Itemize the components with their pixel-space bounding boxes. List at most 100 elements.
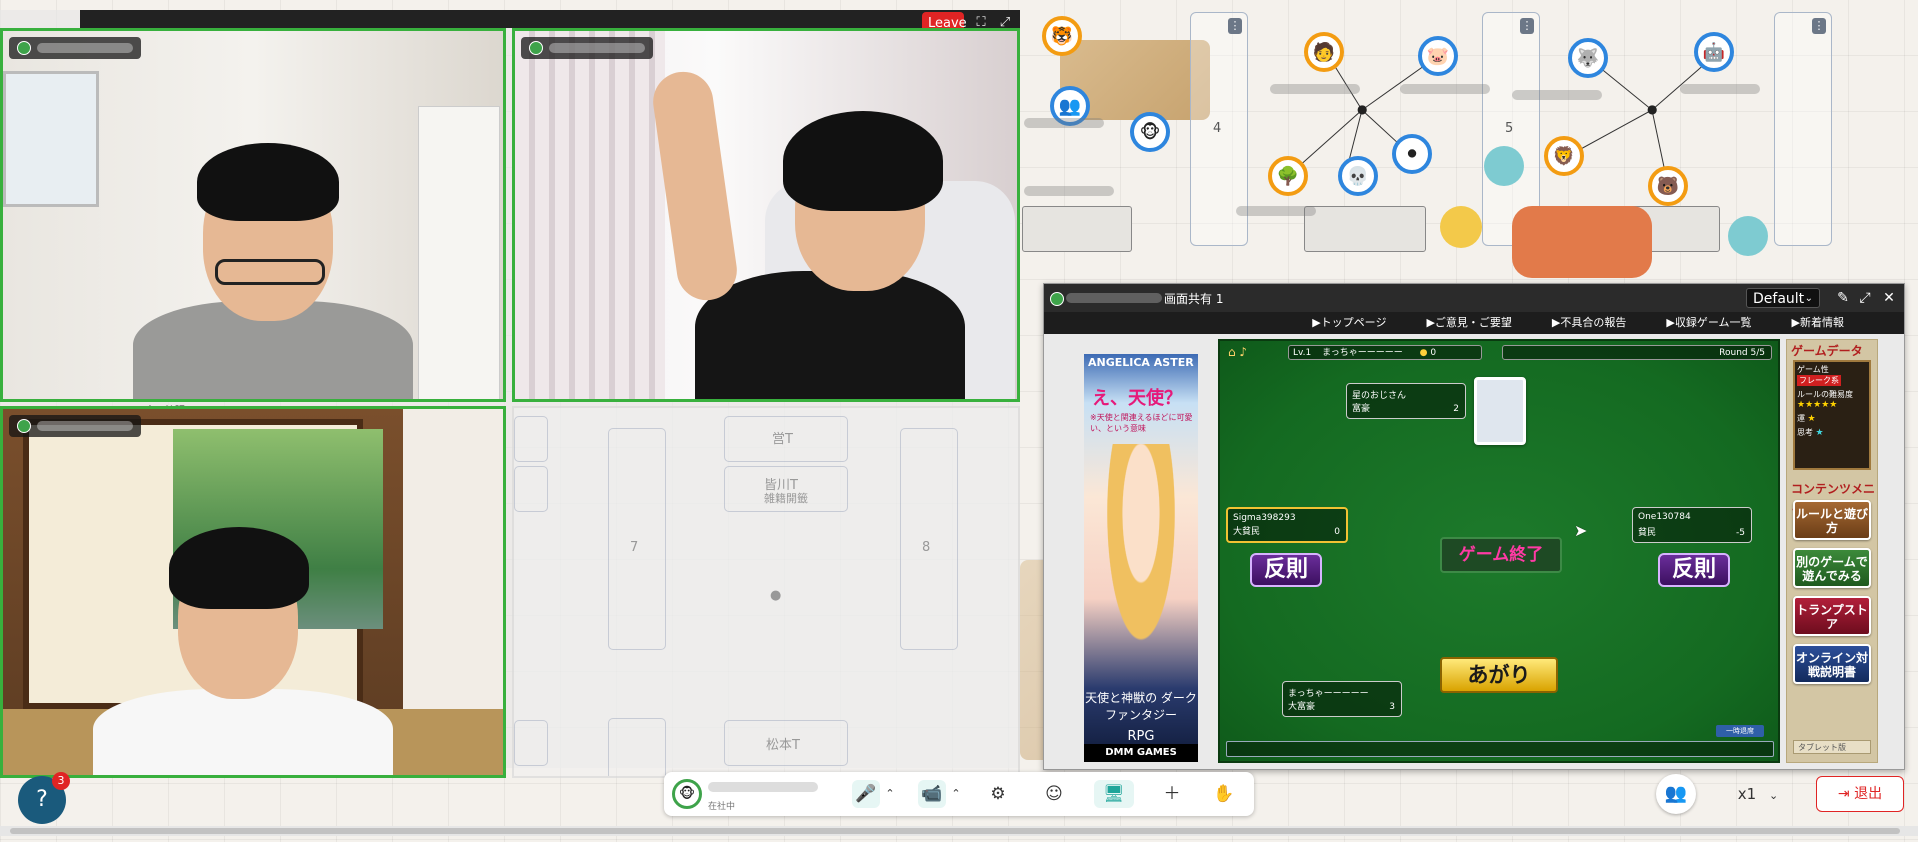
add-plus-icon[interactable]: ＋ xyxy=(1158,780,1186,808)
exit-button[interactable]: ⇥ 退出 xyxy=(1816,776,1904,812)
settings-gear-icon[interactable]: ⚙ xyxy=(984,780,1012,808)
person-hair xyxy=(169,527,309,609)
person-shirt xyxy=(93,689,393,775)
agari-button[interactable]: あがり xyxy=(1440,657,1558,693)
video-topbar xyxy=(80,10,1020,28)
rules-button[interactable]: ルールと遊び方 xyxy=(1793,500,1871,540)
room-menu-icon[interactable]: ⋮ xyxy=(1228,18,1242,34)
user-avatar[interactable]: 💀 xyxy=(1338,156,1378,196)
manual-button[interactable]: オンライン対戦説明書 xyxy=(1793,644,1871,684)
user-avatar[interactable]: 🐯 xyxy=(1042,16,1082,56)
nav-link[interactable]: ▶不具合の報告 xyxy=(1552,312,1626,334)
self-avatar[interactable]: 🐵 xyxy=(672,779,702,809)
sharer-avatar-icon xyxy=(1050,292,1064,306)
seat-name: 星のおじさん xyxy=(1352,391,1407,401)
player-level: Lv.1 xyxy=(1293,348,1312,358)
layout-select[interactable]: Default ⌄ xyxy=(1746,288,1820,308)
curtain xyxy=(515,31,665,399)
map-stool xyxy=(1728,216,1768,256)
store-button[interactable]: トランプストア xyxy=(1793,596,1871,636)
nav-link[interactable]: ▶新着情報 xyxy=(1792,312,1844,334)
user-avatar[interactable]: 🌳 xyxy=(1268,156,1308,196)
user-avatar[interactable]: 🐻 xyxy=(1648,166,1688,206)
close-icon[interactable]: ✕ xyxy=(1880,289,1898,307)
share-content: ANGELICA ASTER え、天使？ ※天使と関連えるほどに可愛い、という意… xyxy=(1044,334,1904,769)
ad-character xyxy=(1098,444,1184,674)
share-titlebar[interactable]: 画面共有 1 Default ⌄ ✎ ⤢ ✕ xyxy=(1044,284,1904,312)
seat-rank: 大貧民 xyxy=(1233,527,1261,537)
desk-sublabel: 雑籍開籤 xyxy=(764,492,808,505)
game-board[interactable]: ⌂ ♪ Lv.1 まっちゃーーーーー ● 0 Round 5/5 星のおじさん … xyxy=(1218,339,1780,763)
participant-name xyxy=(37,43,133,53)
screen-share-window[interactable]: 画面共有 1 Default ⌄ ✎ ⤢ ✕ ▶トップページ ▶ご意見・ご要望 … xyxy=(1043,283,1905,770)
person-shirt xyxy=(695,271,965,399)
expand-icon[interactable]: ⤢ xyxy=(1856,289,1874,307)
user-avatar[interactable]: ⚫ xyxy=(1392,134,1432,174)
game-chat-bar[interactable] xyxy=(1226,741,1774,757)
video-tile[interactable] xyxy=(0,406,506,778)
tablet-toggle[interactable]: タブレット版 xyxy=(1793,740,1871,754)
map-sofa xyxy=(1512,206,1652,278)
edit-icon[interactable]: ✎ xyxy=(1834,289,1852,307)
zoom-select[interactable]: x1 ⌄ xyxy=(1726,780,1790,808)
user-avatar[interactable]: 🤖 xyxy=(1694,32,1734,72)
user-name-plate xyxy=(1236,206,1316,216)
foul-badge: 反則 xyxy=(1250,553,1322,587)
nav-link[interactable]: ▶ご意見・ご要望 xyxy=(1426,312,1511,334)
meeting-toolbar: 🐵 在社中 🎤 ⌃ 📹 ⌃ ⚙ ☺ 🖥 ＋ ✋ xyxy=(664,772,1254,816)
other-game-button[interactable]: 別のゲームで遊んでみる xyxy=(1793,548,1871,588)
user-avatar[interactable]: 🦁 xyxy=(1544,136,1584,176)
map-room xyxy=(608,718,666,776)
map-room xyxy=(514,416,548,462)
emoji-reaction-icon[interactable]: ☺ xyxy=(1040,780,1068,808)
map-room[interactable]: ⋮ xyxy=(1774,12,1832,246)
map-room xyxy=(900,428,958,650)
mic-options-chevron-icon[interactable]: ⌃ xyxy=(882,780,898,808)
video-tile-empty: 7 8 営T 皆川T 雑籍開籤 松本T ● xyxy=(512,406,1020,778)
camera-options-chevron-icon[interactable]: ⌃ xyxy=(948,780,964,808)
coin-icon: ● xyxy=(1419,348,1428,358)
user-avatar[interactable]: 🐺 xyxy=(1568,38,1608,78)
room-door xyxy=(418,106,500,399)
stat-label: 思考 xyxy=(1797,428,1813,437)
room-menu-icon[interactable]: ⋮ xyxy=(1812,18,1826,34)
scrollbar-thumb[interactable] xyxy=(10,828,1900,834)
room-menu-icon[interactable]: ⋮ xyxy=(1520,18,1534,34)
seat-name: Sigma398293 xyxy=(1233,513,1296,523)
mic-button[interactable]: 🎤 xyxy=(852,780,880,808)
seat-right: One130784 貧民 -5 xyxy=(1632,507,1752,543)
share-title: 画面共有 1 xyxy=(1164,292,1224,306)
seat-left: Sigma398293 大貧民 0 xyxy=(1226,507,1348,543)
nav-link[interactable]: ▶トップページ xyxy=(1312,312,1386,334)
seat-score: 3 xyxy=(1389,702,1395,712)
camera-button[interactable]: 📹 xyxy=(918,780,946,808)
ad-dmm-logo: DMM GAMES xyxy=(1084,744,1198,762)
user-name-plate xyxy=(1024,186,1114,196)
home-icon[interactable]: ⌂ ♪ xyxy=(1228,345,1268,361)
participant-name xyxy=(549,43,645,53)
user-name-plate xyxy=(1400,84,1490,94)
ad-tag: ANGELICA ASTER xyxy=(1088,356,1194,369)
room-number: 4 xyxy=(1213,121,1222,136)
side-header: ゲームデータ xyxy=(1791,344,1863,358)
members-icon[interactable]: 👥 xyxy=(1656,774,1696,814)
video-grid: Leave ⛶ ⤢ ♥表示拡張 xyxy=(0,10,1020,778)
user-avatar[interactable]: 🐷 xyxy=(1418,36,1458,76)
video-tile[interactable] xyxy=(0,28,506,402)
participant-avatar-icon xyxy=(17,419,31,433)
chevron-down-icon: ⌄ xyxy=(1768,789,1779,802)
screen-share-button[interactable]: 🖥 xyxy=(1094,780,1134,808)
zoom-value: x1 xyxy=(1737,785,1757,803)
nav-link[interactable]: ▶収録ゲーム一覧 xyxy=(1666,312,1751,334)
exit-icon: ⇥ xyxy=(1837,786,1850,802)
user-avatar[interactable]: 🧑 xyxy=(1304,32,1344,72)
ad-banner[interactable]: ANGELICA ASTER え、天使？ ※天使と関連えるほどに可愛い、という意… xyxy=(1084,354,1198,762)
video-tile[interactable] xyxy=(512,28,1020,402)
horizontal-scrollbar[interactable] xyxy=(0,826,1918,836)
pause-button[interactable]: 一時退席 xyxy=(1716,725,1764,737)
foul-badge: 反則 xyxy=(1658,553,1730,587)
group-hub-icon: ● xyxy=(1647,102,1658,116)
participant-label xyxy=(521,37,653,59)
raise-hand-icon[interactable]: ✋ xyxy=(1210,780,1238,808)
user-avatar[interactable]: 🐵 xyxy=(1130,112,1170,152)
